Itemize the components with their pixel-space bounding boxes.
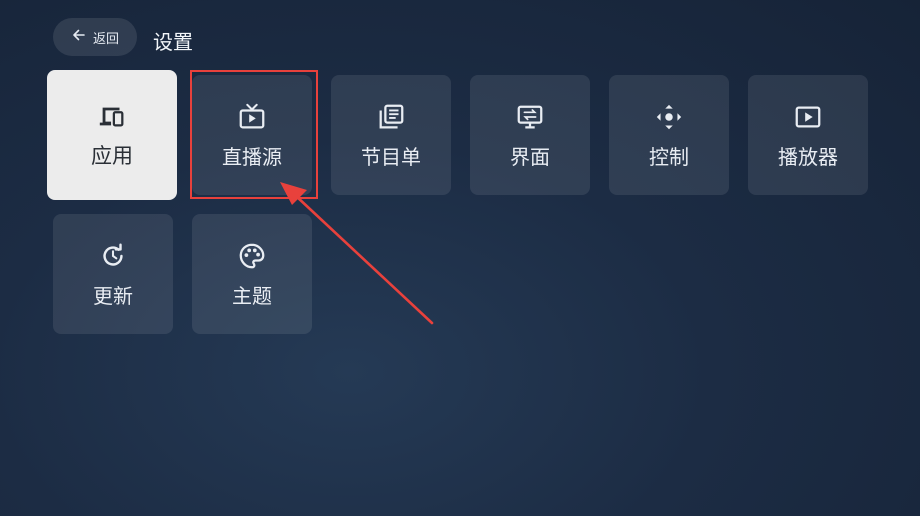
tile-label: 应用 bbox=[91, 144, 133, 168]
play-box-icon bbox=[792, 101, 824, 133]
tile-update[interactable]: 更新 bbox=[53, 214, 173, 334]
back-label: 返回 bbox=[92, 31, 119, 47]
tile-label: 界面 bbox=[510, 144, 550, 169]
tile-app[interactable]: 应用 bbox=[47, 70, 177, 200]
tile-theme[interactable]: 主题 bbox=[192, 214, 312, 334]
back-button[interactable]: 返回 bbox=[53, 18, 137, 56]
tile-live-source[interactable]: 直播源 bbox=[192, 75, 312, 195]
tile-label: 更新 bbox=[93, 283, 133, 308]
tile-label: 直播源 bbox=[222, 144, 282, 169]
tile-label: 控制 bbox=[649, 144, 689, 169]
arrow-left-icon bbox=[71, 27, 87, 47]
devices-icon bbox=[96, 100, 128, 132]
tile-label: 播放器 bbox=[778, 144, 838, 169]
display-swap-icon bbox=[514, 101, 546, 133]
library-list-icon bbox=[375, 101, 407, 133]
tv-icon bbox=[236, 101, 268, 133]
tile-player[interactable]: 播放器 bbox=[748, 75, 868, 195]
update-icon bbox=[97, 240, 129, 272]
palette-icon bbox=[236, 240, 268, 272]
dpad-icon bbox=[653, 101, 685, 133]
tile-control[interactable]: 控制 bbox=[609, 75, 729, 195]
tile-epg[interactable]: 节目单 bbox=[331, 75, 451, 195]
tile-interface[interactable]: 界面 bbox=[470, 75, 590, 195]
tile-label: 节目单 bbox=[361, 144, 421, 169]
tile-label: 主题 bbox=[232, 283, 272, 308]
page-title: 设置 bbox=[153, 30, 193, 54]
